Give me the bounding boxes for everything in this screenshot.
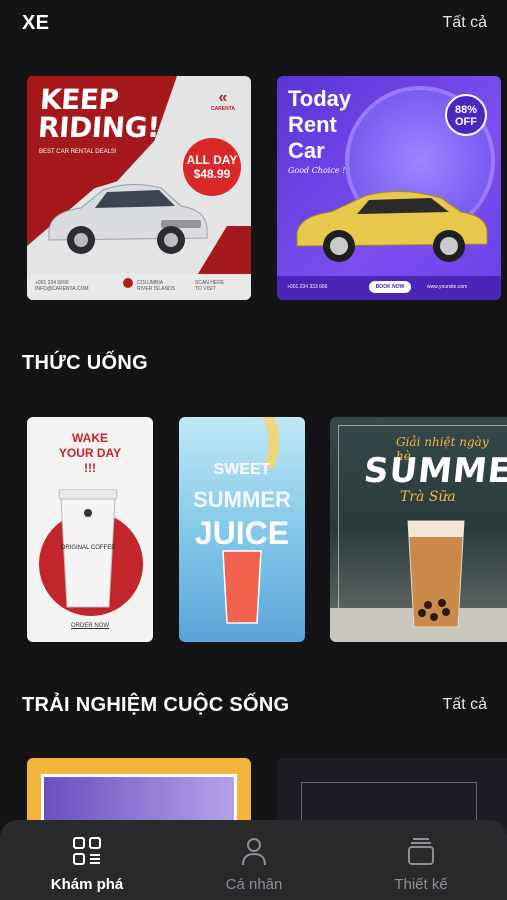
coffee-cup-icon: ORIGINAL COFFEE xyxy=(58,489,118,608)
person-icon xyxy=(242,838,266,866)
card-footer: +001 234 5890 INFO@CARENTA.COM COLUMBIA RI… xyxy=(27,274,251,300)
nav-design[interactable]: Thiết kế xyxy=(351,820,491,900)
nav-label: Khám phá xyxy=(50,876,124,893)
card-subtitle: BEST CAR RENTAL DEALS! xyxy=(39,149,117,155)
template-card-summer-milk-tea[interactable]: Giải nhiệt ngày hè SUMMER Trà Sữa xyxy=(330,417,507,642)
discount-badge: 88% OFF xyxy=(445,94,487,136)
brand-logo: « CARENTA xyxy=(210,89,236,113)
silver-car-icon xyxy=(48,184,208,254)
juice-glass-icon xyxy=(222,547,262,624)
nav-label: Thiết kế xyxy=(394,876,448,893)
explore-grid-icon xyxy=(73,837,101,865)
template-card-keep-riding[interactable]: KEEP RIDING! BEST CAR RENTAL DEALS! « CA… xyxy=(27,76,251,300)
section-title-drinks: THỨC UỐNG xyxy=(22,352,148,374)
card-headline: Today Rent Car xyxy=(288,86,352,163)
card-headline-line1: SWEET xyxy=(213,461,271,478)
card-footer: +001 234 333 666 BOOK NOW www.yoursite.c… xyxy=(277,276,501,300)
milk-tea-cup-icon xyxy=(407,520,465,628)
template-card-summer-juice[interactable]: SWEET SUMMER JUICE xyxy=(179,417,305,642)
yellow-car-icon xyxy=(296,190,488,262)
bottom-navigation: Khám phá Cá nhân Thiết kế xyxy=(0,820,507,900)
template-card-today-rent-car[interactable]: Today Rent Car Good Choice ! 88% OFF +00… xyxy=(277,76,501,300)
card-headline: KEEP RIDING! xyxy=(36,83,161,144)
section-header-drinks: THỨC UỐNG xyxy=(0,352,507,382)
card-headline: WAKE YOUR DAY !!! xyxy=(58,431,122,475)
see-all-life-link[interactable]: Tất cả xyxy=(443,696,487,714)
card-script: Trà Sữa xyxy=(400,489,456,505)
card-headline-line2: SUMMER xyxy=(193,487,291,512)
layers-icon xyxy=(408,838,434,865)
nav-profile[interactable]: Cá nhân xyxy=(184,820,324,900)
card-headline: SUMMER xyxy=(361,451,507,491)
svg-text:ORIGINAL COFFEE: ORIGINAL COFFEE xyxy=(61,545,115,551)
book-now-label: BOOK NOW xyxy=(369,281,411,293)
section-header-life: TRẢI NGHIỆM CUỘC SỐNG Tất cả xyxy=(0,694,507,724)
order-now-label: ORDER NOW xyxy=(71,623,109,629)
template-card-wake-your-day[interactable]: WAKE YOUR DAY !!! ORIGINAL COFFEE ORDER … xyxy=(27,417,153,642)
section-title-life: TRẢI NGHIỆM CUỘC SỐNG xyxy=(22,694,290,716)
see-all-cars-link[interactable]: Tất cả xyxy=(443,14,487,32)
section-header-cars: XE Tất cả xyxy=(0,12,507,42)
nav-explore[interactable]: Khám phá xyxy=(17,820,157,900)
nav-label: Cá nhân xyxy=(225,876,283,893)
section-title-cars: XE xyxy=(22,12,50,34)
